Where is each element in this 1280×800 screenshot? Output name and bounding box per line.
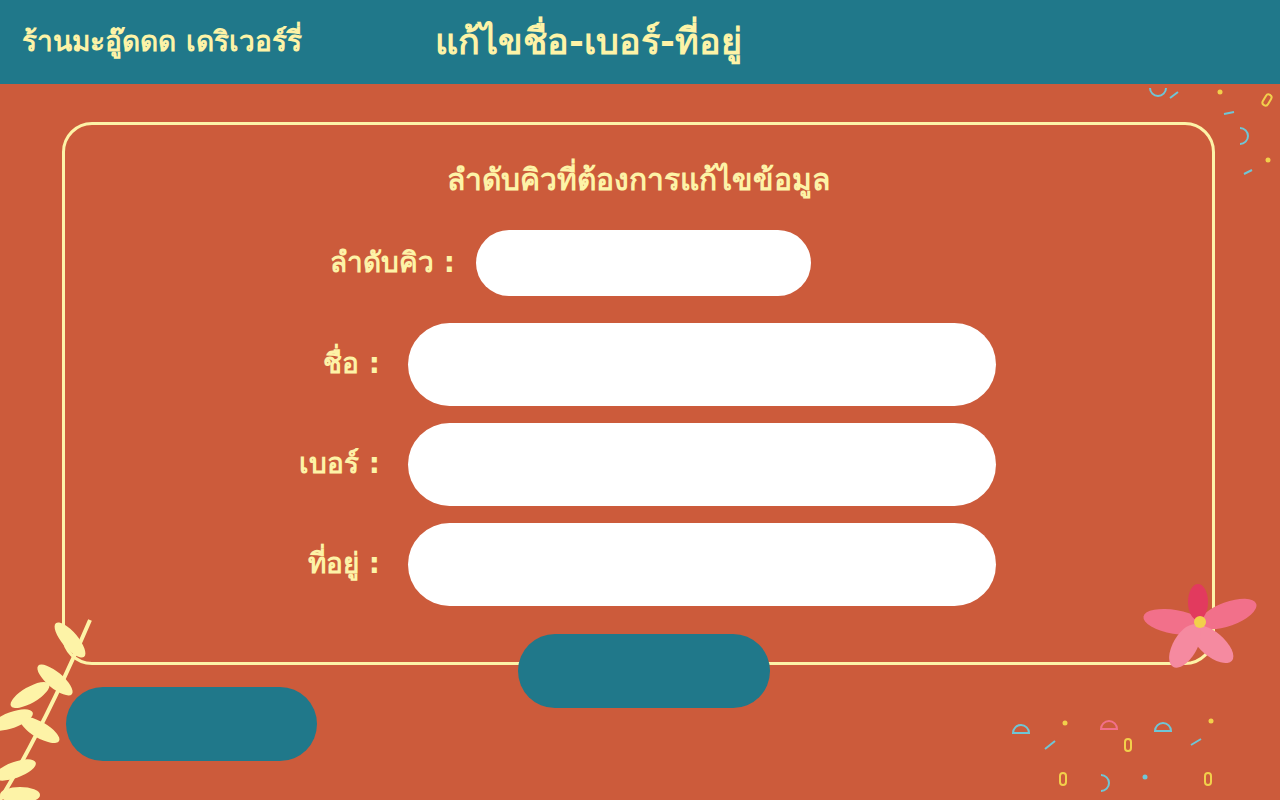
content: ลำดับคิวที่ต้องการแก้ไขข้อมูลลำดับคิว : ช…	[0, 84, 1280, 761]
flower-icon	[1140, 582, 1260, 672]
field-label: ลำดับคิว :	[65, 245, 455, 281]
confetti-icon	[1005, 715, 1225, 800]
text-input[interactable]	[408, 423, 996, 506]
button-row	[0, 634, 1280, 761]
header-bar: ร้านมะอู๊ดดด เดริเวอร์รี่แก้ไขชื่อ-เบอร์…	[0, 0, 1280, 84]
text-input[interactable]	[408, 323, 996, 406]
field-label: เบอร์ :	[65, 446, 380, 482]
form-heading: ลำดับคิวที่ต้องการแก้ไขข้อมูล	[447, 160, 830, 200]
page-title: แก้ไขชื่อ-เบอร์-ที่อยู่	[435, 15, 742, 69]
form-row: ที่อยู่ :	[65, 523, 1212, 606]
text-input[interactable]	[408, 523, 996, 606]
field-label: ที่อยู่ :	[65, 546, 380, 582]
text-input[interactable]	[476, 230, 811, 296]
form-row: ชื่อ :	[65, 323, 1212, 406]
page: ร้านมะอู๊ดดด เดริเวอร์รี่แก้ไขชื่อ-เบอร์…	[0, 0, 1280, 800]
form-row: เบอร์ :	[65, 423, 1212, 506]
form-row: ลำดับคิว :	[65, 230, 1212, 296]
confetti-icon	[1120, 84, 1280, 194]
back-button[interactable]	[66, 687, 317, 761]
submit-button[interactable]	[518, 634, 770, 708]
leaf-icon	[0, 600, 110, 800]
form-card: ลำดับคิวที่ต้องการแก้ไขข้อมูลลำดับคิว : ช…	[62, 122, 1215, 665]
store-name: ร้านมะอู๊ดดด เดริเวอร์รี่	[22, 21, 435, 63]
field-label: ชื่อ :	[65, 346, 380, 382]
